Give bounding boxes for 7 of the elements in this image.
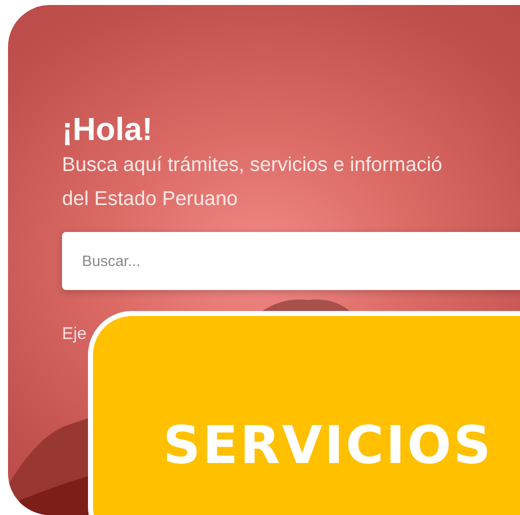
search-field[interactable]: Buscar... <box>62 232 520 290</box>
subtitle-line: del Estado Peruano <box>62 187 238 212</box>
greeting-heading: ¡Hola! <box>62 110 153 148</box>
card-title: SERVICIOS <box>163 416 493 476</box>
examples-label: Eje <box>62 324 87 344</box>
services-card[interactable]: SERVICIOS <box>88 311 520 515</box>
subtitle-line: Busca aquí trámites, servicios e informació <box>62 153 442 178</box>
